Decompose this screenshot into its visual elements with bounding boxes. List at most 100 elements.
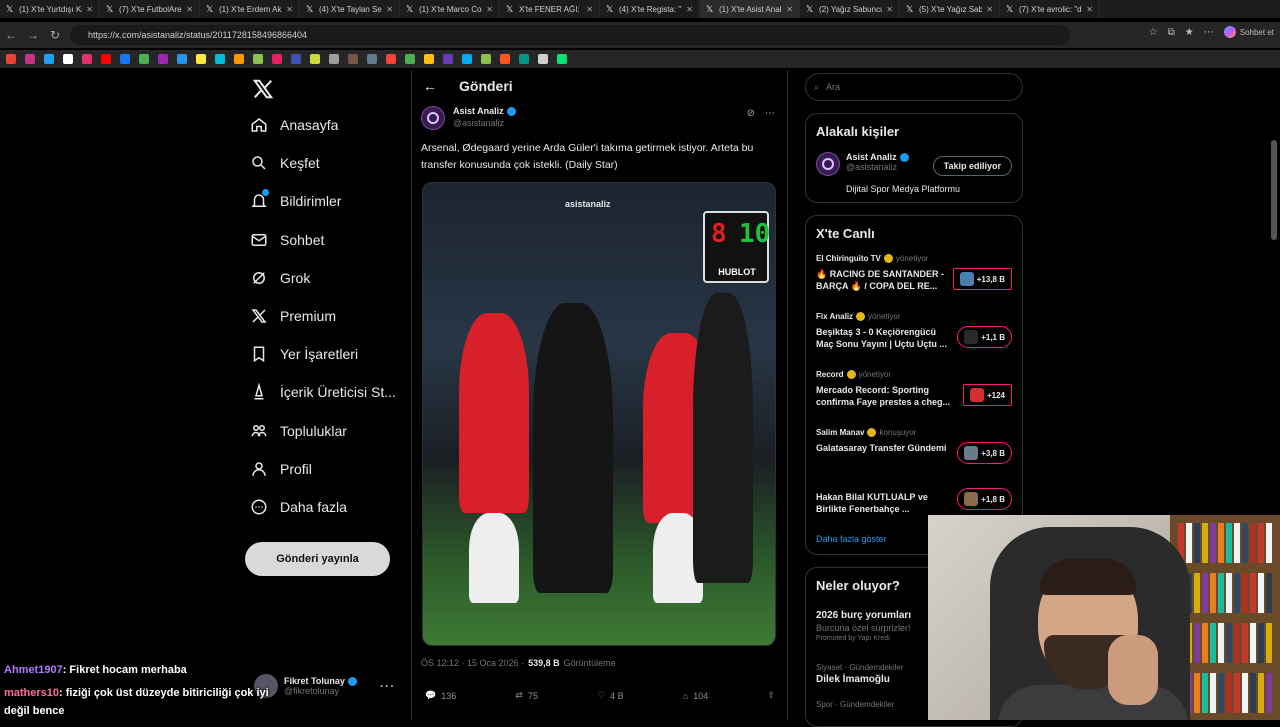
- browser-tab[interactable]: 𝕏 X'te FENER AĞI: " ✕: [500, 0, 600, 18]
- live-item[interactable]: Salim Manav konuşuyor Galatasaray Transfer…: [816, 428, 1014, 464]
- close-tab-icon[interactable]: ✕: [186, 5, 193, 14]
- bookmark-button[interactable]: ⌂ 104: [683, 690, 708, 701]
- trend-item[interactable]: 2026 burç yorumları Burcuna özel sürprizl…: [816, 608, 911, 642]
- trend-item[interactable]: Spor · Gündemdekiler: [816, 700, 894, 709]
- browser-tab[interactable]: 𝕏 (4) X'te Regista: " ✕: [600, 0, 700, 18]
- bookmark-favicon-icon[interactable]: [481, 54, 491, 64]
- listeners-badge[interactable]: +13,8 B: [952, 268, 1012, 290]
- live-item[interactable]: Record yönetiyor Mercado Record: Sporting …: [816, 370, 1014, 408]
- extensions-icon[interactable]: ⧉: [1168, 27, 1175, 38]
- bookmark-favicon-icon[interactable]: [310, 54, 320, 64]
- browser-tab[interactable]: 𝕏 (7) X'te avrolic: "do ✕: [1000, 0, 1100, 18]
- nav-profile[interactable]: Profil: [250, 460, 312, 478]
- bookmark-favicon-icon[interactable]: [538, 54, 548, 64]
- nav-premium[interactable]: Premium: [250, 307, 336, 325]
- search-input[interactable]: ⌕ Ara: [805, 73, 1023, 101]
- refresh-icon[interactable]: ↻: [44, 28, 66, 42]
- bookmark-favicon-icon[interactable]: [63, 54, 73, 64]
- bookmark-favicon-icon[interactable]: [25, 54, 35, 64]
- nav-grok[interactable]: Grok: [250, 269, 310, 287]
- bookmark-favicon-icon[interactable]: [519, 54, 529, 64]
- following-button[interactable]: Takip ediliyor: [932, 156, 1012, 176]
- nav-notifications[interactable]: Bildirimler: [250, 189, 341, 210]
- nav-creator-studio[interactable]: İçerik Üreticisi St...: [250, 383, 396, 401]
- avatar[interactable]: [816, 152, 840, 176]
- nav-explore[interactable]: Keşfet: [250, 154, 320, 172]
- bookmark-favicon-icon[interactable]: [158, 54, 168, 64]
- bookmark-favicon-icon[interactable]: [6, 54, 16, 64]
- browser-tab[interactable]: 𝕏(5) X'te Yağız Sabun✕: [900, 0, 1000, 18]
- close-tab-icon[interactable]: ✕: [486, 5, 493, 14]
- author-name[interactable]: Asist Analiz: [453, 106, 504, 116]
- nav-more[interactable]: Daha fazla: [250, 498, 347, 516]
- like-button[interactable]: ♡ 4 B: [597, 690, 624, 701]
- listeners-badge[interactable]: +3,8 B: [957, 442, 1012, 464]
- bookmark-favicon-icon[interactable]: [557, 54, 567, 64]
- bookmark-favicon-icon[interactable]: [120, 54, 130, 64]
- avatar[interactable]: [421, 106, 445, 130]
- copilot-button[interactable]: Sohbet et: [1223, 26, 1274, 38]
- nav-bookmarks[interactable]: Yer İşaretleri: [250, 345, 358, 363]
- share-icon[interactable]: ⇪: [767, 690, 775, 701]
- bookmark-favicon-icon[interactable]: [424, 54, 434, 64]
- close-tab-icon[interactable]: ✕: [1086, 5, 1093, 14]
- bookmark-favicon-icon[interactable]: [443, 54, 453, 64]
- close-tab-icon[interactable]: ✕: [286, 5, 293, 14]
- bookmark-favicon-icon[interactable]: [291, 54, 301, 64]
- show-more-link[interactable]: Daha fazla göster: [816, 534, 887, 544]
- author-handle[interactable]: @asistanaliz: [453, 118, 516, 128]
- close-tab-icon[interactable]: ✕: [586, 5, 593, 14]
- bookmark-favicon-icon[interactable]: [177, 54, 187, 64]
- related-person[interactable]: Asist Analiz @asistanaliz: [816, 152, 909, 176]
- reply-button[interactable]: 💬 136: [425, 690, 456, 701]
- bookmark-favicon-icon[interactable]: [196, 54, 206, 64]
- scrollbar[interactable]: [1271, 140, 1277, 240]
- post-button[interactable]: Gönderi yayınla: [245, 542, 390, 576]
- browser-tab[interactable]: 𝕏(1) X'te Yurtdışı Kay✕: [0, 0, 100, 18]
- bookmark-favicon-icon[interactable]: [367, 54, 377, 64]
- bookmark-favicon-icon[interactable]: [44, 54, 54, 64]
- back-icon[interactable]: ←: [0, 28, 22, 42]
- bookmark-favicon-icon[interactable]: [386, 54, 396, 64]
- listeners-badge[interactable]: +124: [962, 384, 1012, 406]
- more-icon[interactable]: ⋯: [1204, 27, 1214, 38]
- grok-icon[interactable]: ⊘: [747, 108, 755, 119]
- forward-icon[interactable]: →: [22, 28, 44, 42]
- bookmark-favicon-icon[interactable]: [272, 54, 282, 64]
- bookmark-favicon-icon[interactable]: [253, 54, 263, 64]
- listeners-badge[interactable]: +1,1 B: [957, 326, 1012, 348]
- close-tab-icon[interactable]: ✕: [686, 5, 693, 14]
- live-item[interactable]: Hakan Bilal KUTLUALP ve Birlikte Fenerba…: [816, 486, 1014, 515]
- listeners-badge[interactable]: +1,8 B: [957, 488, 1012, 510]
- back-arrow-icon[interactable]: ←: [423, 78, 437, 94]
- bookmark-favicon-icon[interactable]: [101, 54, 111, 64]
- live-item[interactable]: Fix Analiz yönetiyor Beşiktaş 3 - 0 Keçiör…: [816, 312, 1014, 350]
- nav-home[interactable]: Anasayfa: [250, 116, 338, 134]
- browser-tab[interactable]: 𝕏(7) X'te FutbolArena✕: [100, 0, 200, 18]
- favorites-icon[interactable]: ★: [1185, 27, 1194, 38]
- close-tab-icon[interactable]: ✕: [986, 5, 993, 14]
- close-tab-icon[interactable]: ✕: [886, 5, 893, 14]
- trend-item[interactable]: Siyaset · Gündemdekiler Dilek İmamoğlu: [816, 663, 904, 685]
- bookmark-favicon-icon[interactable]: [329, 54, 339, 64]
- star-icon[interactable]: ☆: [1149, 27, 1158, 38]
- close-tab-icon[interactable]: ✕: [86, 5, 93, 14]
- bookmark-favicon-icon[interactable]: [348, 54, 358, 64]
- browser-tab[interactable]: 𝕏(4) X'te Taylan Sede✕: [300, 0, 400, 18]
- bookmark-favicon-icon[interactable]: [500, 54, 510, 64]
- close-tab-icon[interactable]: ✕: [786, 5, 793, 14]
- post-author[interactable]: Asist Analiz @asistanaliz: [421, 106, 516, 130]
- bookmark-favicon-icon[interactable]: [215, 54, 225, 64]
- repost-button[interactable]: ⇄ 75: [515, 690, 538, 701]
- post-image[interactable]: asistanaliz 8 10 HUBLOT: [422, 182, 776, 646]
- more-options-icon[interactable]: ⋯: [765, 108, 775, 119]
- bookmark-favicon-icon[interactable]: [82, 54, 92, 64]
- bookmark-favicon-icon[interactable]: [234, 54, 244, 64]
- x-logo-icon[interactable]: [252, 78, 274, 100]
- url-field[interactable]: https://x.com/asistanaliz/status/2011728…: [70, 25, 1070, 45]
- nav-messages[interactable]: Sohbet: [250, 231, 324, 249]
- live-item[interactable]: El Chiringuito TV yönetiyor 🔥 RACING DE SA…: [816, 254, 1014, 292]
- browser-tab[interactable]: 𝕏(1) X'te Marco Conti✕: [400, 0, 500, 18]
- bookmark-favicon-icon[interactable]: [405, 54, 415, 64]
- nav-communities[interactable]: Topluluklar: [250, 422, 347, 440]
